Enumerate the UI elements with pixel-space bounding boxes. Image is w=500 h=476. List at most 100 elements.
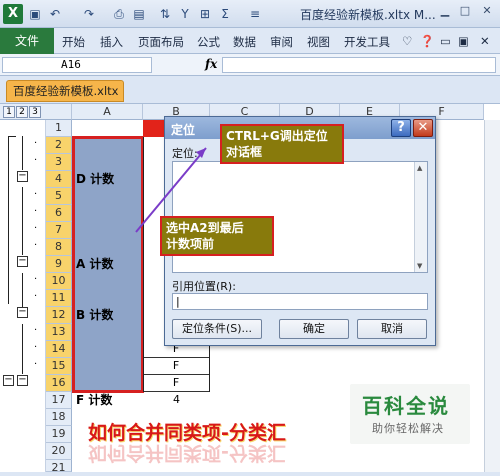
print-preview-icon[interactable]: ⎙ bbox=[110, 5, 128, 23]
ok-button[interactable]: 确定 bbox=[279, 319, 349, 339]
ribbon-close-icon[interactable]: ✕ bbox=[480, 34, 490, 48]
dialog-close-button[interactable]: ✕ bbox=[413, 119, 433, 137]
row-header[interactable]: 7 bbox=[46, 222, 72, 239]
close-window-icon[interactable]: ✕ bbox=[480, 4, 494, 20]
row-header[interactable]: 1 bbox=[46, 120, 72, 137]
scroll-up-icon[interactable]: ▲ bbox=[417, 164, 422, 172]
outline-pane: − · · − · · · · − · · − · · · − bbox=[0, 120, 46, 472]
collapse-group-a-button[interactable]: − bbox=[17, 256, 28, 267]
sum-icon[interactable]: Σ bbox=[216, 5, 234, 23]
cell-b16[interactable]: F bbox=[143, 375, 210, 392]
outline-bracket-top bbox=[8, 136, 16, 137]
ribbon-collapse-icon[interactable]: ♡ bbox=[402, 34, 412, 48]
reference-input[interactable]: | bbox=[172, 293, 428, 310]
cell-a9[interactable]: A 计数 bbox=[72, 256, 143, 273]
tab-insert[interactable]: 插入 bbox=[100, 34, 123, 50]
save-icon[interactable]: ▣ bbox=[26, 5, 44, 23]
row-header[interactable]: 11 bbox=[46, 290, 72, 307]
cell-b15[interactable]: F bbox=[143, 358, 210, 375]
format-icon[interactable]: ▤ bbox=[130, 5, 148, 23]
banner-reflection: 如何合并同类项-分类汇 bbox=[88, 442, 286, 464]
window-title: 百度经验新模板.xltx M... bbox=[300, 8, 436, 22]
workbook-tab[interactable]: 百度经验新模板.xltx bbox=[6, 80, 124, 102]
reference-label: 引用位置(R): bbox=[172, 280, 236, 293]
tab-page-layout[interactable]: 页面布局 bbox=[138, 34, 184, 50]
row-header[interactable]: 19 bbox=[46, 426, 72, 443]
dialog-title: 定位 bbox=[171, 123, 196, 137]
row-header[interactable]: 3 bbox=[46, 154, 72, 171]
row-header[interactable]: 15 bbox=[46, 358, 72, 375]
outline-group-line bbox=[22, 324, 23, 374]
ribbon-minimize-icon[interactable]: ▭ bbox=[440, 34, 451, 48]
ribbon-restore-icon[interactable]: ▣ bbox=[458, 34, 469, 48]
outline-level-3[interactable]: 3 bbox=[29, 106, 41, 118]
cancel-button[interactable]: 取消 bbox=[357, 319, 427, 339]
tab-view[interactable]: 视图 bbox=[307, 34, 330, 50]
cell-a17[interactable]: F 计数 bbox=[72, 392, 143, 409]
listbox-scrollbar[interactable]: ▲ ▼ bbox=[414, 162, 427, 272]
filter-icon[interactable]: Y bbox=[176, 5, 194, 23]
row-header[interactable]: 8 bbox=[46, 239, 72, 256]
row-header[interactable]: 20 bbox=[46, 443, 72, 460]
special-button[interactable]: 定位条件(S)... bbox=[172, 319, 262, 339]
outline-level-1[interactable]: 1 bbox=[3, 106, 15, 118]
baike-logo: 百科全说 助你轻松解决 bbox=[350, 384, 470, 444]
tab-data[interactable]: 数据 bbox=[233, 34, 256, 50]
row-header[interactable]: 13 bbox=[46, 324, 72, 341]
ctrl-g-callout: CTRL+G调出定位 对话框 bbox=[220, 124, 344, 164]
cell-a4[interactable]: D 计数 bbox=[72, 171, 143, 188]
outline-level-2[interactable]: 2 bbox=[16, 106, 28, 118]
name-box[interactable]: A16 bbox=[2, 57, 152, 73]
tab-formulas[interactable]: 公式 bbox=[197, 34, 220, 50]
formula-bar: A16 fx bbox=[0, 54, 500, 76]
file-tab[interactable]: 文件 bbox=[0, 28, 54, 54]
table-border bbox=[143, 137, 144, 392]
row-header[interactable]: 4 bbox=[46, 171, 72, 188]
row-header[interactable]: 16 bbox=[46, 375, 72, 392]
quick-access-toolbar: X ▣ ↶ ↷ ⎙ ▤ ⇅ Y ⊞ Σ ≡ 百度经验新模板.xltx M... … bbox=[0, 0, 500, 28]
outline-levels: 1 2 3 bbox=[0, 104, 46, 120]
row-header[interactable]: 21 bbox=[46, 460, 72, 474]
row-header[interactable]: 18 bbox=[46, 409, 72, 426]
redo-icon[interactable]: ↷ bbox=[80, 5, 98, 23]
tab-developer[interactable]: 开发工具 bbox=[344, 34, 390, 50]
goto-label: 定位: bbox=[172, 147, 198, 160]
scroll-down-icon[interactable]: ▼ bbox=[417, 262, 422, 270]
align-icon[interactable]: ≡ bbox=[246, 5, 264, 23]
undo-icon[interactable]: ↶ bbox=[46, 5, 64, 23]
row-header[interactable]: 14 bbox=[46, 341, 72, 358]
sort-icon[interactable]: ⇅ bbox=[156, 5, 174, 23]
ribbon-tabs: 文件 开始 插入 页面布局 公式 数据 审阅 视图 开发工具 ♡ ❓ ▭ ▣ ✕ bbox=[0, 28, 500, 54]
column-header-a[interactable]: A bbox=[72, 104, 143, 120]
row-header[interactable]: 10 bbox=[46, 273, 72, 290]
outline-group-line bbox=[22, 273, 23, 307]
baike-logo-main: 百科全说 bbox=[362, 394, 450, 418]
row-header[interactable]: 5 bbox=[46, 188, 72, 205]
minimize-icon[interactable]: ▁ bbox=[438, 4, 452, 20]
dialog-help-button[interactable]: ? bbox=[391, 119, 411, 137]
row-header[interactable]: 9 bbox=[46, 256, 72, 273]
formula-input[interactable] bbox=[222, 57, 496, 73]
vertical-scrollbar[interactable] bbox=[484, 120, 500, 472]
collapse-group-b-button[interactable]: − bbox=[17, 307, 28, 318]
workbook-tabstrip: 百度经验新模板.xltx bbox=[0, 76, 500, 104]
tab-home[interactable]: 开始 bbox=[62, 34, 85, 50]
borders-icon[interactable]: ⊞ bbox=[196, 5, 214, 23]
collapse-group-d-button[interactable]: − bbox=[17, 171, 28, 182]
tab-review[interactable]: 审阅 bbox=[270, 34, 293, 50]
outline-group-line bbox=[22, 187, 23, 255]
outline-bracket-outer bbox=[8, 136, 9, 304]
select-all-corner[interactable] bbox=[46, 104, 72, 120]
collapse-level-1-button[interactable]: − bbox=[3, 375, 14, 386]
row-header[interactable]: 17 bbox=[46, 392, 72, 409]
fx-icon[interactable]: fx bbox=[205, 57, 217, 71]
maximize-icon[interactable]: □ bbox=[458, 4, 472, 20]
cell-b17[interactable]: 4 bbox=[143, 392, 210, 409]
row-header[interactable]: 2 bbox=[46, 137, 72, 154]
cell-a12[interactable]: B 计数 bbox=[72, 307, 143, 324]
collapse-group-f-button[interactable]: − bbox=[17, 375, 28, 386]
row-header[interactable]: 12 bbox=[46, 307, 72, 324]
row-header[interactable]: 6 bbox=[46, 205, 72, 222]
help-icon[interactable]: ❓ bbox=[420, 34, 434, 48]
excel-app-icon[interactable]: X bbox=[3, 4, 23, 24]
